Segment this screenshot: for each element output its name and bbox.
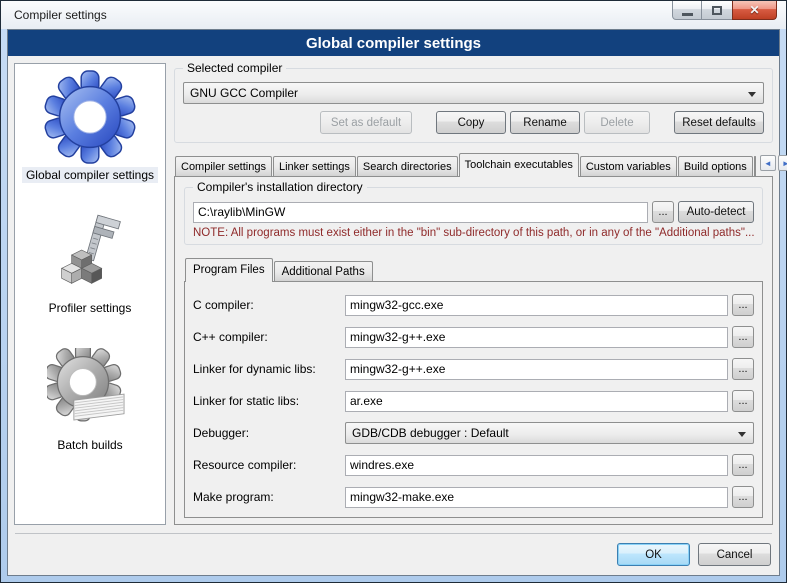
field-row-resource-compiler: Resource compiler: ... [193, 454, 754, 476]
field-row-cpp-compiler: C++ compiler: ... [193, 326, 754, 348]
tab-program-files[interactable]: Program Files [185, 258, 273, 281]
close-icon: ✕ [749, 3, 759, 17]
installation-directory-note: NOTE: All programs must exist either in … [193, 227, 754, 239]
delete-button[interactable]: Delete [584, 111, 650, 134]
dynamic-linker-label: Linker for dynamic libs: [193, 362, 345, 376]
maximize-button[interactable] [702, 1, 732, 20]
field-row-debugger: Debugger: GDB/CDB debugger : Default [193, 422, 754, 444]
tab-search-directories[interactable]: Search directories [357, 156, 458, 176]
window-controls: ✕ [672, 1, 777, 20]
tab-custom-variables[interactable]: Custom variables [580, 156, 677, 176]
minimize-button[interactable] [672, 1, 702, 20]
compiler-select-value: GNU GCC Compiler [190, 86, 298, 100]
sidebar-item-label: Profiler settings [45, 300, 136, 316]
make-program-label: Make program: [193, 490, 345, 504]
settings-tabs: Compiler settings Linker settings Search… [174, 153, 773, 176]
c-compiler-browse-button[interactable]: ... [732, 294, 754, 316]
selected-compiler-group: Selected compiler GNU GCC Compiler Set a… [174, 68, 773, 143]
cpp-compiler-browse-button[interactable]: ... [732, 326, 754, 348]
tab-toolchain-executables[interactable]: Toolchain executables [459, 153, 579, 176]
minimize-icon [682, 13, 693, 16]
program-tabs: Program Files Additional Paths [184, 258, 763, 281]
chevron-down-icon [738, 432, 746, 437]
arrow-right-icon: ► [782, 159, 787, 168]
sidebar-item-profiler-settings[interactable]: Profiler settings [45, 213, 136, 316]
tab-scroll-left-button[interactable]: ◄ [760, 155, 776, 171]
program-files-panel: C compiler: ... C++ compiler: [184, 281, 763, 518]
page-title: Global compiler settings [8, 30, 779, 56]
browse-directory-button[interactable]: ... [652, 201, 674, 223]
compiler-select[interactable]: GNU GCC Compiler [183, 82, 764, 104]
make-program-browse-button[interactable]: ... [732, 486, 754, 508]
field-row-dynamic-linker: Linker for dynamic libs: ... [193, 358, 754, 380]
dynamic-linker-browse-button[interactable]: ... [732, 358, 754, 380]
close-button[interactable]: ✕ [732, 1, 777, 20]
cpp-compiler-label: C++ compiler: [193, 330, 345, 344]
tab-build-options[interactable]: Build options [678, 156, 753, 176]
installation-directory-group-label: Compiler's installation directory [193, 180, 367, 194]
tab-additional-paths[interactable]: Additional Paths [274, 261, 373, 281]
cancel-button[interactable]: Cancel [698, 543, 771, 566]
cpp-compiler-input[interactable] [345, 327, 728, 348]
copy-button[interactable]: Copy [436, 111, 506, 134]
arrow-left-icon: ◄ [764, 159, 772, 168]
rename-button[interactable]: Rename [510, 111, 580, 134]
c-compiler-input[interactable] [345, 295, 728, 316]
auto-detect-button[interactable]: Auto-detect [678, 201, 754, 223]
sidebar-item-label: Batch builds [53, 437, 126, 453]
dialog-footer: OK Cancel [15, 533, 772, 575]
gray-gear-builds-icon [47, 348, 133, 434]
ok-button[interactable]: OK [617, 543, 690, 566]
sidebar-item-global-compiler-settings[interactable]: Global compiler settings [22, 70, 158, 183]
caliper-icon [50, 213, 130, 297]
selected-compiler-group-label: Selected compiler [183, 61, 286, 75]
set-as-default-button[interactable]: Set as default [320, 111, 412, 134]
titlebar[interactable]: Compiler settings ✕ [1, 1, 786, 29]
tab-linker-settings[interactable]: Linker settings [273, 156, 356, 176]
resource-compiler-input[interactable] [345, 455, 728, 476]
dialog-client-area: Global compiler settings [7, 29, 780, 576]
sidebar-item-batch-builds[interactable]: Batch builds [47, 348, 133, 453]
resource-compiler-browse-button[interactable]: ... [732, 454, 754, 476]
make-program-input[interactable] [345, 487, 728, 508]
settings-category-list: Global compiler settings [14, 63, 166, 525]
maximize-icon [712, 6, 722, 15]
toolchain-executables-panel: Compiler's installation directory ... Au… [174, 176, 773, 525]
field-row-static-linker: Linker for static libs: ... [193, 390, 754, 412]
window-frame: Global compiler settings [1, 29, 786, 582]
installation-directory-group: Compiler's installation directory ... Au… [184, 187, 763, 245]
debugger-select-value: GDB/CDB debugger : Default [352, 426, 509, 440]
debugger-label: Debugger: [193, 426, 345, 440]
tab-clipped[interactable] [754, 156, 756, 176]
c-compiler-label: C compiler: [193, 298, 345, 312]
debugger-select[interactable]: GDB/CDB debugger : Default [345, 422, 754, 444]
static-linker-input[interactable] [345, 391, 728, 412]
installation-directory-input[interactable] [193, 202, 648, 223]
reset-defaults-button[interactable]: Reset defaults [674, 111, 764, 134]
static-linker-label: Linker for static libs: [193, 394, 345, 408]
sidebar-item-label: Global compiler settings [22, 167, 158, 183]
static-linker-browse-button[interactable]: ... [732, 390, 754, 412]
tab-scroll-right-button[interactable]: ► [778, 155, 787, 171]
blue-gear-icon [43, 70, 137, 164]
chevron-down-icon [748, 92, 756, 97]
field-row-make-program: Make program: ... [193, 486, 754, 508]
field-row-c-compiler: C compiler: ... [193, 294, 754, 316]
compiler-settings-window: Compiler settings ✕ Global compiler sett… [0, 0, 787, 583]
tab-compiler-settings[interactable]: Compiler settings [175, 156, 272, 176]
window-title: Compiler settings [14, 8, 107, 22]
resource-compiler-label: Resource compiler: [193, 458, 345, 472]
dynamic-linker-input[interactable] [345, 359, 728, 380]
